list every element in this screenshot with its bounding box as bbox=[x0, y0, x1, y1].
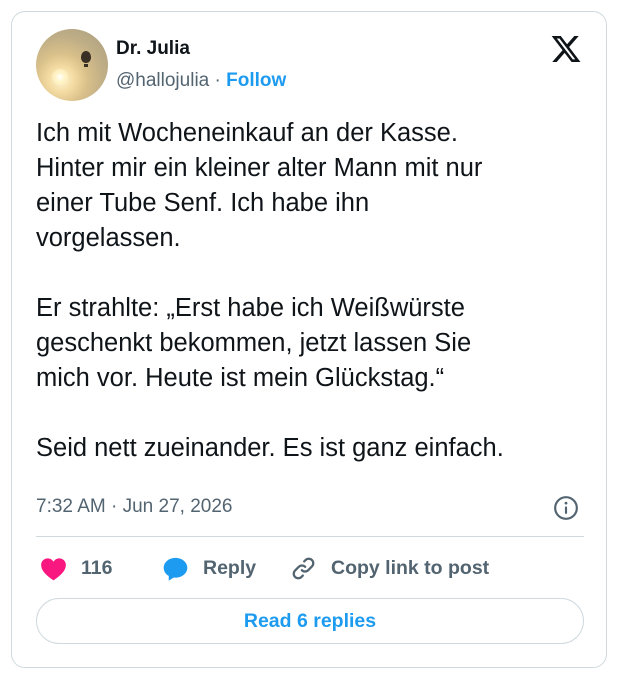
author-handle[interactable]: @hallojulia bbox=[116, 70, 209, 91]
post-timestamp[interactable]: 7:32 AM · Jun 27, 2026 bbox=[36, 495, 232, 519]
avatar-basket-graphic bbox=[84, 64, 88, 67]
author-handle-row: @hallojulia · Follow bbox=[116, 69, 286, 93]
reply-label: Reply bbox=[203, 557, 257, 579]
divider bbox=[36, 536, 584, 537]
avatar-balloon-graphic bbox=[81, 51, 91, 63]
post-text: Ich mit Wocheneinkauf an der Kasse. Hint… bbox=[36, 119, 504, 462]
avatar[interactable] bbox=[36, 29, 108, 101]
author-name[interactable]: Dr. Julia bbox=[116, 37, 214, 61]
link-icon bbox=[292, 557, 315, 579]
post-card: Dr. Julia @hallojulia · Follow Ich mit W… bbox=[11, 11, 607, 668]
avatar-sun-graphic bbox=[52, 69, 68, 85]
like-button[interactable]: 116 bbox=[40, 554, 112, 582]
follow-button[interactable]: Follow bbox=[226, 70, 286, 91]
x-logo-icon[interactable] bbox=[549, 33, 583, 65]
timestamp-separator: · bbox=[111, 496, 118, 517]
copy-link-button[interactable]: Copy link to post bbox=[290, 554, 489, 582]
heart-icon bbox=[41, 557, 66, 580]
like-count: 116 bbox=[81, 557, 113, 579]
info-icon[interactable] bbox=[553, 495, 579, 521]
post-date: Jun 27, 2026 bbox=[122, 496, 233, 517]
read-replies-button[interactable]: Read 6 replies bbox=[36, 598, 584, 644]
reply-button[interactable]: Reply bbox=[162, 554, 256, 582]
read-replies-label: Read 6 replies bbox=[243, 609, 377, 632]
handle-separator: · bbox=[214, 70, 221, 91]
post-time: 7:32 AM bbox=[36, 496, 106, 517]
speech-bubble-icon bbox=[163, 557, 188, 581]
copy-link-label: Copy link to post bbox=[331, 557, 490, 579]
